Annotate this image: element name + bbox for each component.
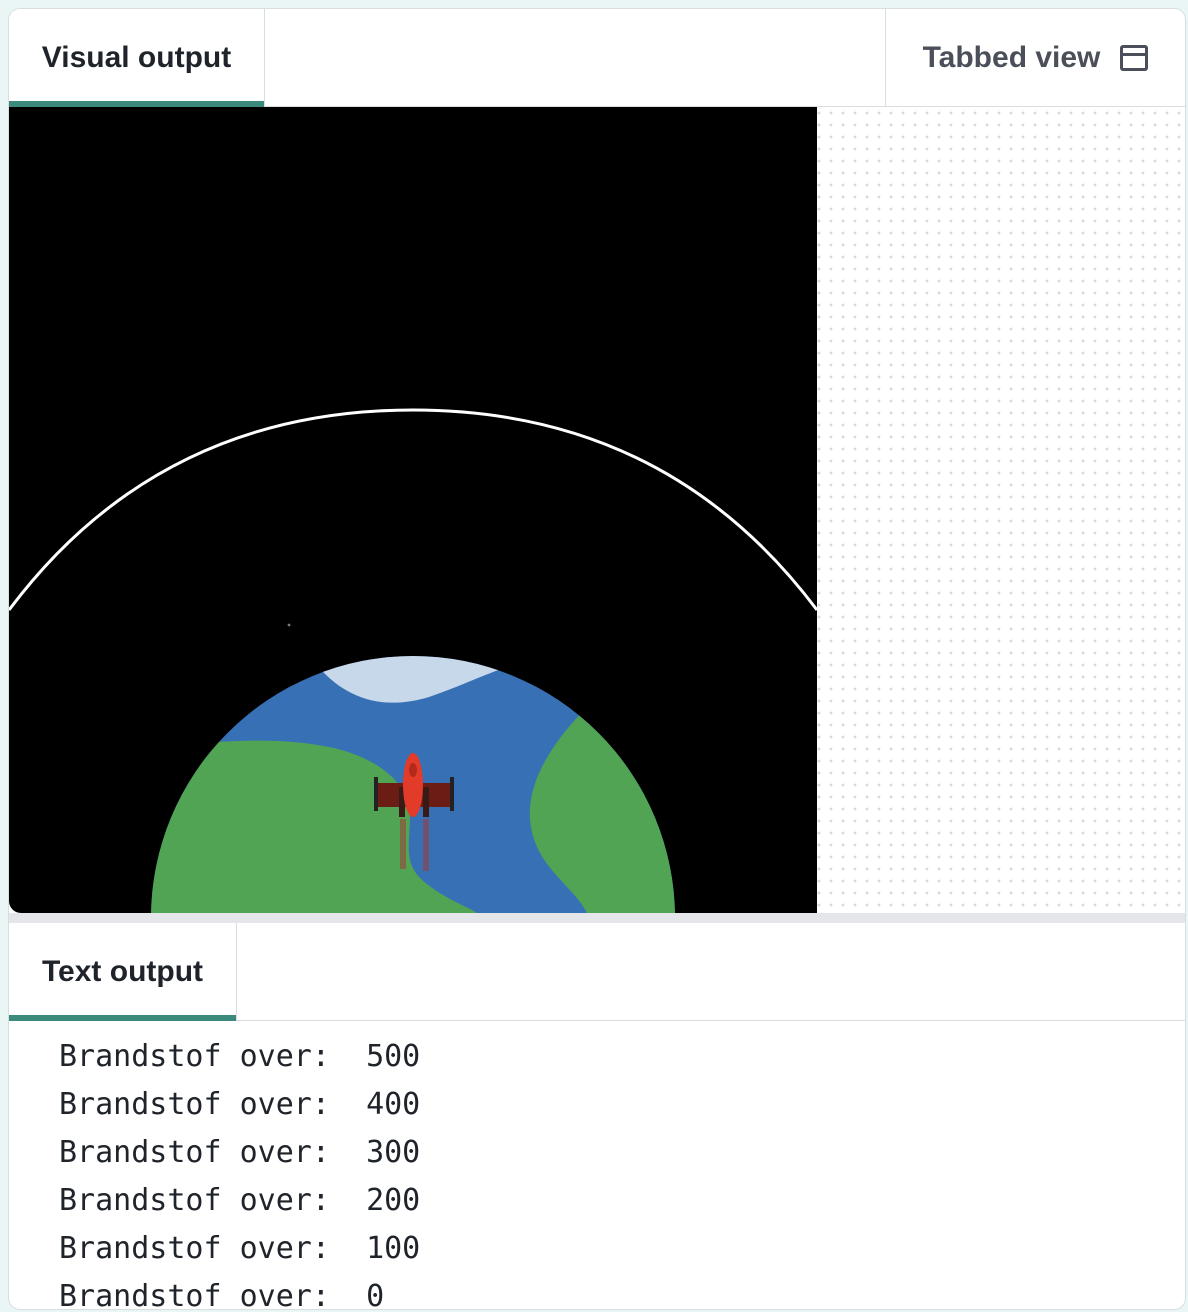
rocket-exhaust-right [423, 819, 429, 871]
rocket-window [409, 763, 417, 777]
output-panel: Visual output Tabbed view Text output Br… [8, 8, 1186, 1310]
rocket-engine-right [423, 787, 429, 817]
text-tab-bar: Text output [9, 923, 1185, 1021]
text-output-console: Brandstof over: 500 Brandstof over: 400 … [9, 1021, 1185, 1310]
rocket-wing-tip-left [374, 777, 378, 811]
panel-divider[interactable] [9, 913, 1185, 923]
tabbed-view-label: Tabbed view [922, 40, 1101, 74]
console-line: Brandstof over: 0 [59, 1279, 385, 1310]
console-line: Brandstof over: 500 [59, 1039, 421, 1074]
console-line: Brandstof over: 400 [59, 1087, 421, 1122]
tabbed-view-button[interactable]: Tabbed view [885, 9, 1185, 106]
tab-text-output-label: Text output [41, 954, 204, 988]
game-canvas[interactable] [9, 107, 817, 913]
rocket-body [403, 753, 423, 817]
tab-text-output[interactable]: Text output [9, 923, 237, 1021]
game-scene [9, 107, 817, 913]
console-line: Brandstof over: 100 [59, 1231, 421, 1266]
tab-visual-output-label: Visual output [41, 40, 232, 74]
console-line: Brandstof over: 200 [59, 1183, 421, 1218]
console-line: Brandstof over: 300 [59, 1135, 421, 1170]
rocket-exhaust-left [400, 819, 406, 869]
star [287, 623, 291, 627]
tab-visual-output[interactable]: Visual output [9, 9, 265, 107]
rocket-wing-tip-right [450, 777, 454, 811]
visual-tab-bar: Visual output Tabbed view [9, 9, 1185, 107]
window-icon [1120, 44, 1149, 71]
visual-output-area [9, 107, 1185, 913]
